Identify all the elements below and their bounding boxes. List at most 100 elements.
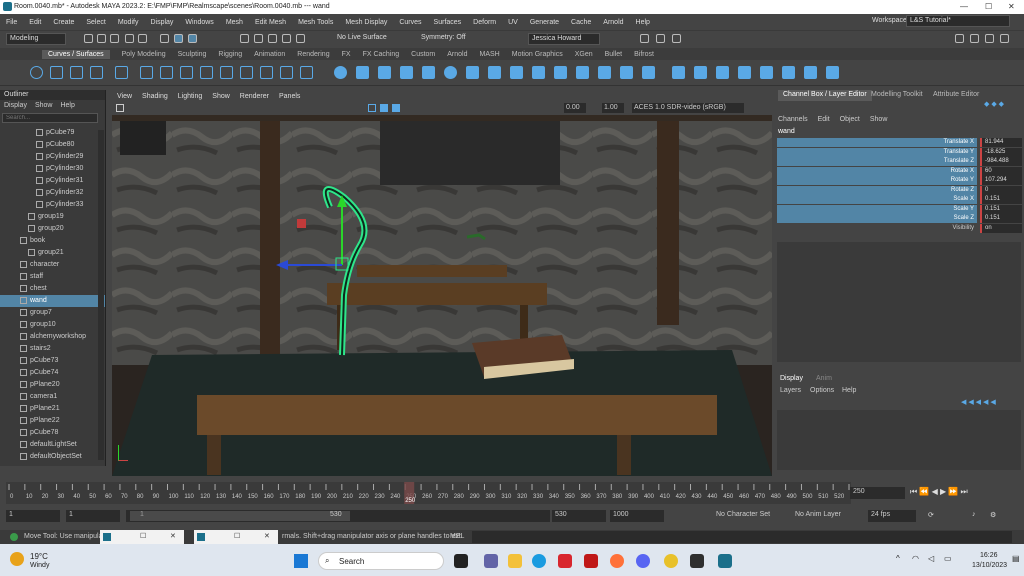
gamma-field[interactable]: 1.00: [602, 103, 624, 113]
viewport-3d[interactable]: [112, 115, 772, 476]
layer-menu-options[interactable]: Options: [810, 387, 834, 394]
insert-knot-icon[interactable]: [300, 66, 313, 79]
menu-mesh-display[interactable]: Mesh Display: [345, 19, 387, 26]
offset-curve-icon[interactable]: [280, 66, 293, 79]
outliner-item[interactable]: group20: [0, 223, 105, 235]
outliner-item[interactable]: chest: [0, 283, 105, 295]
menu-select[interactable]: Select: [86, 19, 105, 26]
snap-curve-icon[interactable]: [254, 34, 263, 43]
weather-desc[interactable]: Windy: [30, 562, 49, 569]
playback-start-field[interactable]: 1: [66, 510, 120, 522]
outliner-item[interactable]: defaultObjectSet: [0, 451, 105, 463]
wireframe-icon[interactable]: [368, 104, 376, 112]
outliner-item[interactable]: pCube73: [0, 355, 105, 367]
snap-grid-icon[interactable]: [240, 34, 249, 43]
discord-icon[interactable]: [636, 554, 650, 568]
outliner-item[interactable]: pCylinder29: [0, 151, 105, 163]
shelf-tab-mash[interactable]: MASH: [480, 51, 500, 58]
select-object-icon[interactable]: [174, 34, 183, 43]
preview-restore-icon-2[interactable]: ☐: [234, 532, 240, 540]
preview-restore-icon-1[interactable]: ☐: [140, 532, 146, 540]
layer-menu-layers[interactable]: Layers: [780, 387, 801, 394]
shelf-tab-fx-caching[interactable]: FX Caching: [363, 51, 400, 58]
outliner-item[interactable]: wand: [0, 295, 105, 307]
new-scene-icon[interactable]: [84, 34, 93, 43]
weather-temp[interactable]: 19°C: [30, 552, 48, 561]
outliner-item[interactable]: group7: [0, 307, 105, 319]
extend-curve-icon[interactable]: [260, 66, 273, 79]
channel-row[interactable]: Scale Z 0.151: [777, 214, 1022, 223]
channel-row[interactable]: Translate Z -984.488: [777, 157, 1022, 166]
manipulator-plane-handle[interactable]: [297, 219, 306, 228]
snap-view-icon[interactable]: [282, 34, 291, 43]
outliner-item[interactable]: character: [0, 259, 105, 271]
wifi-icon[interactable]: ◠: [912, 554, 919, 563]
maya-taskbar-icon[interactable]: [718, 554, 732, 568]
minimize-button[interactable]: —: [960, 2, 968, 11]
channel-box-icons[interactable]: ◆ ◆ ◆: [984, 100, 1020, 110]
exposure-field[interactable]: 0.00: [564, 103, 586, 113]
teams-icon[interactable]: [484, 554, 498, 568]
channel-row[interactable]: Translate X 81.944: [777, 138, 1022, 147]
show-channel-box-icon[interactable]: [955, 34, 964, 43]
tab-attribute-editor[interactable]: Attribute Editor: [928, 90, 984, 101]
nurbs-plane-icon[interactable]: [422, 66, 435, 79]
shelf-tab-bullet[interactable]: Bullet: [605, 51, 623, 58]
pencil-curve-icon[interactable]: [115, 66, 128, 79]
menu-file[interactable]: File: [6, 19, 17, 26]
outliner-item[interactable]: pCylinder30: [0, 163, 105, 175]
channels-menu-channels[interactable]: Channels: [778, 116, 808, 123]
channel-row[interactable]: Visibility on: [777, 223, 1022, 233]
surface-fillet-icon[interactable]: [642, 66, 655, 79]
shelf-tab-xgen[interactable]: XGen: [575, 51, 593, 58]
outliner-item[interactable]: pPlane20: [0, 379, 105, 391]
channel-row[interactable]: Rotate Y 107.294: [777, 176, 1022, 185]
outliner-menu-show[interactable]: Show: [35, 102, 53, 109]
detach-curves-icon[interactable]: [200, 66, 213, 79]
taskbar-preview-1[interactable]: ☐ ✕: [100, 530, 184, 544]
nurbs-sphere-icon[interactable]: [334, 66, 347, 79]
shelf-tab-poly-modeling[interactable]: Poly Modeling: [122, 51, 166, 58]
nurbs-square-icon[interactable]: [50, 66, 63, 79]
camera-select-icon[interactable]: [116, 104, 124, 112]
live-surface-field[interactable]: No Live Surface: [334, 33, 394, 45]
viewport-menu-shading[interactable]: Shading: [142, 93, 168, 100]
menu-surfaces[interactable]: Surfaces: [434, 19, 462, 26]
outliner-item[interactable]: group19: [0, 211, 105, 223]
firefox-icon[interactable]: [610, 554, 624, 568]
rebuild-curve-icon[interactable]: [220, 66, 233, 79]
menu-mesh-tools[interactable]: Mesh Tools: [298, 19, 333, 26]
shelf-tab-arnold[interactable]: Arnold: [447, 51, 467, 58]
nurbs-torus-icon[interactable]: [444, 66, 457, 79]
edge-icon[interactable]: [532, 554, 546, 568]
tab-channel-box[interactable]: Channel Box / Layer Editor: [778, 90, 872, 101]
command-line-input[interactable]: [472, 531, 1012, 543]
outliner-search-input[interactable]: [2, 113, 98, 123]
channel-value[interactable]: 0.151: [980, 204, 1022, 214]
show-modelling-toolkit-icon[interactable]: [1000, 34, 1009, 43]
channel-value[interactable]: -18.625: [980, 147, 1022, 157]
outliner-item[interactable]: pCube79: [0, 127, 105, 139]
outliner-item[interactable]: pPlane21: [0, 403, 105, 415]
outliner-item[interactable]: pCube78: [0, 427, 105, 439]
redo-icon[interactable]: [138, 34, 147, 43]
time-slider[interactable]: 0 10 20 30 40 50 60 70 80 90 100 110 120 130 140 150 160…: [0, 482, 1024, 504]
smooth-shade-icon[interactable]: [380, 104, 388, 112]
outliner-item[interactable]: alchemyworkshop: [0, 331, 105, 343]
menu-arnold[interactable]: Arnold: [603, 19, 623, 26]
file-explorer-icon[interactable]: [508, 554, 522, 568]
current-frame-field[interactable]: 250: [850, 487, 905, 499]
menu-deform[interactable]: Deform: [473, 19, 496, 26]
shelf-tab-fx[interactable]: FX: [342, 51, 351, 58]
range-slider[interactable]: 1 530: [126, 510, 550, 522]
snap-surface-icon[interactable]: [296, 34, 305, 43]
render-settings-icon[interactable]: [672, 34, 681, 43]
detach-surfaces-icon[interactable]: [782, 66, 795, 79]
outliner-item[interactable]: pCylinder31: [0, 175, 105, 187]
shelf-tab-bifrost[interactable]: Bifrost: [634, 51, 654, 58]
user-dropdown[interactable]: Jessica Howard: [528, 33, 600, 45]
outliner-item[interactable]: camera1: [0, 391, 105, 403]
menu-generate[interactable]: Generate: [530, 19, 559, 26]
symmetry-dropdown[interactable]: Symmetry: Off: [418, 33, 508, 45]
menu-windows[interactable]: Windows: [185, 19, 213, 26]
